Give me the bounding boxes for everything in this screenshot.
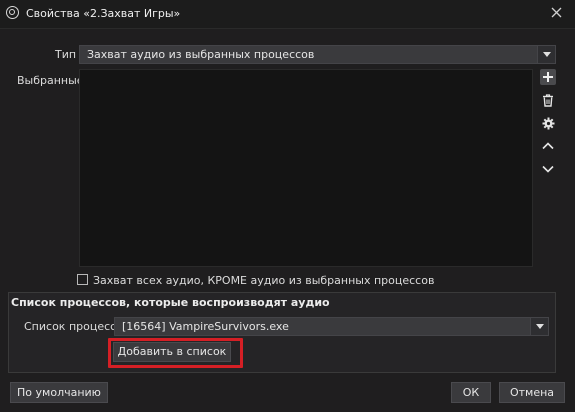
selected-label: Выбранные xyxy=(17,74,84,87)
title-bar: Свойства «2.Захват Игры» xyxy=(0,0,575,29)
chevron-up-icon xyxy=(542,142,554,150)
trash-icon xyxy=(543,93,553,107)
close-icon xyxy=(551,7,561,18)
chevron-down-icon xyxy=(537,46,555,63)
highlight-annotation xyxy=(108,338,243,368)
gear-icon xyxy=(542,117,554,129)
type-dropdown[interactable]: Захват аудио из выбранных процессов xyxy=(79,45,556,64)
item-settings-button[interactable] xyxy=(540,115,556,131)
move-up-button[interactable] xyxy=(540,138,556,154)
cancel-button[interactable]: Отмена xyxy=(499,382,565,403)
process-dropdown[interactable]: [16564] VampireSurvivors.exe xyxy=(114,317,549,336)
type-label: Тип xyxy=(55,48,77,61)
move-down-button[interactable] xyxy=(540,161,556,177)
close-window-button[interactable] xyxy=(545,3,567,23)
selected-processes-list[interactable] xyxy=(79,69,533,267)
capture-all-except-checkbox[interactable] xyxy=(77,274,88,285)
process-group-title: Список процессов, которые воспроизводят … xyxy=(11,296,330,309)
chevron-down-icon xyxy=(530,318,548,335)
add-item-button[interactable] xyxy=(540,69,556,85)
ok-button[interactable]: ОК xyxy=(451,382,491,403)
capture-all-except-label: Захват всех аудио, КРОМЕ аудио из выбран… xyxy=(93,274,435,287)
obs-logo-icon xyxy=(6,6,19,19)
plus-icon xyxy=(543,72,553,82)
defaults-button[interactable]: По умолчанию xyxy=(10,382,108,403)
window-title: Свойства «2.Захват Игры» xyxy=(26,7,181,20)
remove-item-button[interactable] xyxy=(540,92,556,108)
type-dropdown-value: Захват аудио из выбранных процессов xyxy=(87,48,315,61)
process-dropdown-value: [16564] VampireSurvivors.exe xyxy=(122,320,289,333)
chevron-down-icon xyxy=(542,165,554,173)
